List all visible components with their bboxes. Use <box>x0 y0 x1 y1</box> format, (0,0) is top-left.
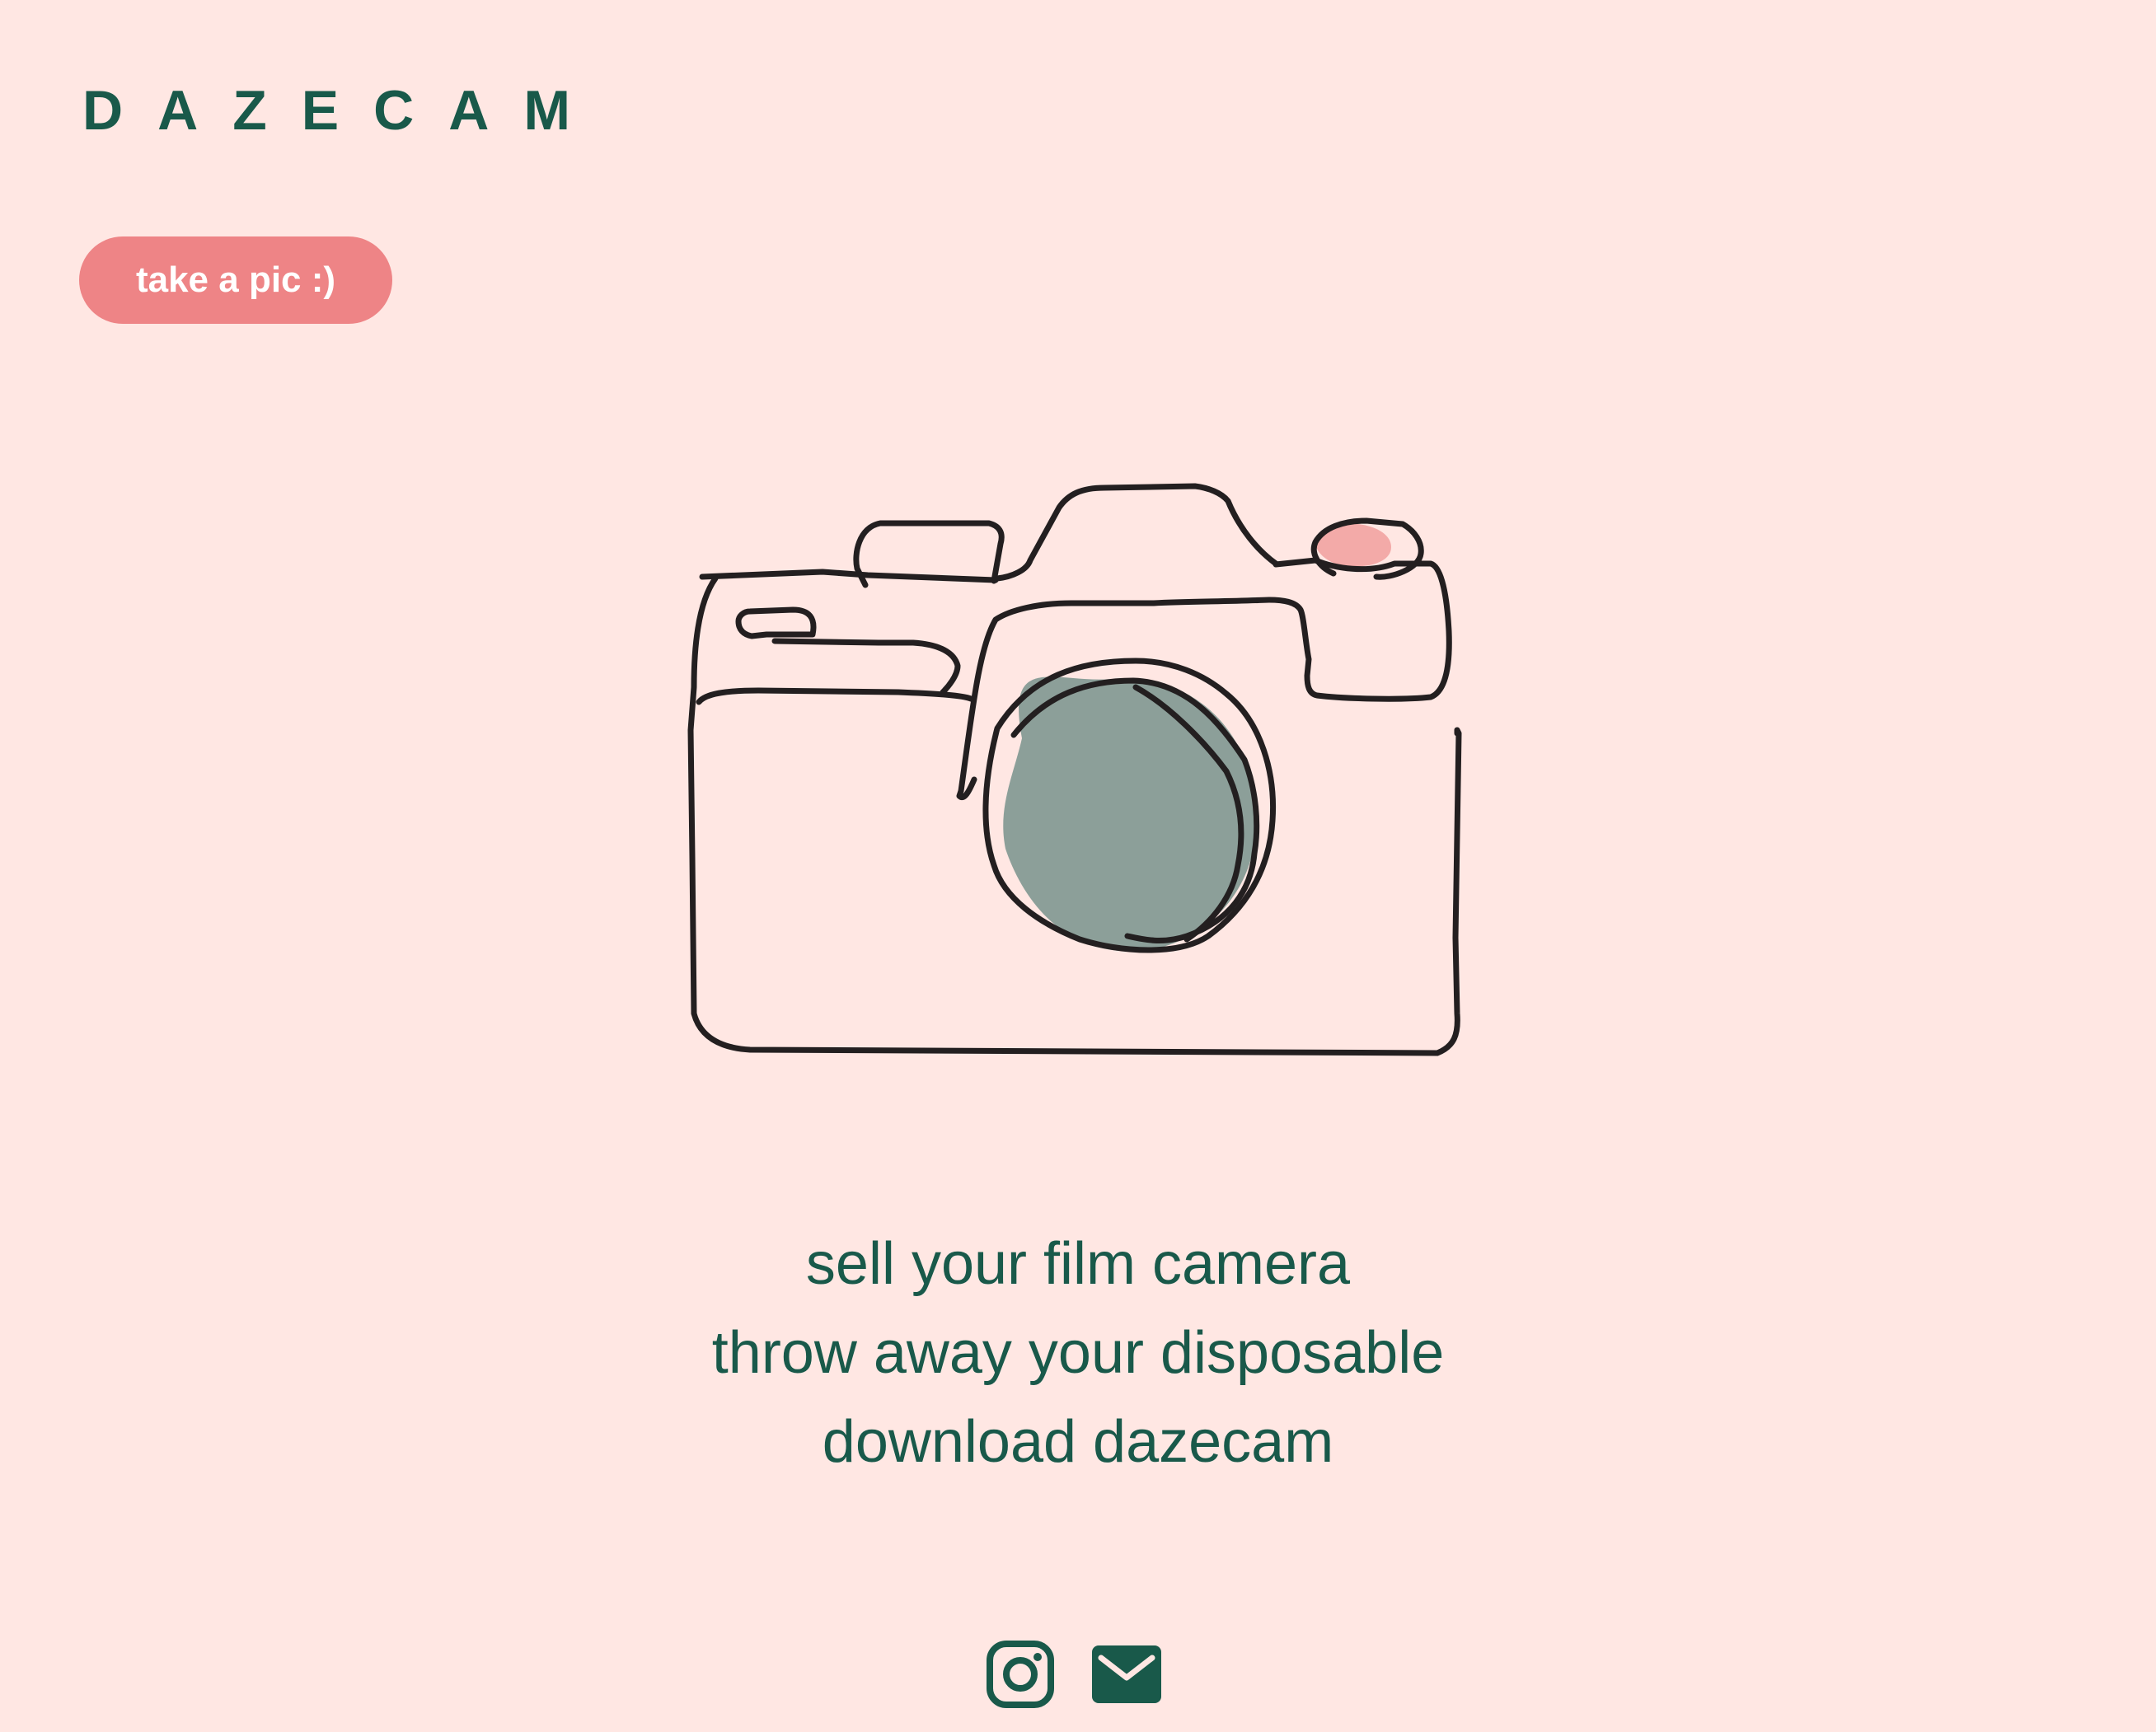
social-links <box>986 1640 1162 1713</box>
take-pic-button[interactable]: take a pic :) <box>79 236 392 324</box>
tagline-line-2: throw away your disposable <box>711 1320 1445 1386</box>
tagline-line-3: download dazecam <box>822 1409 1334 1475</box>
mail-icon[interactable] <box>1091 1645 1162 1708</box>
tagline: sell your film camera throw away your di… <box>0 1219 2156 1486</box>
brand-logo: DAZECAM <box>82 79 605 142</box>
camera-illustration <box>687 483 1462 1056</box>
tagline-line-1: sell your film camera <box>805 1231 1351 1297</box>
instagram-icon[interactable] <box>986 1640 1055 1713</box>
